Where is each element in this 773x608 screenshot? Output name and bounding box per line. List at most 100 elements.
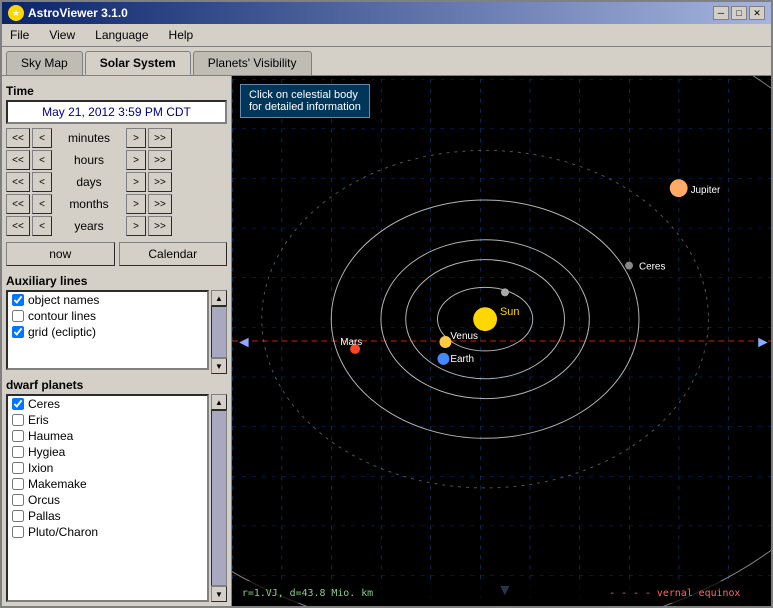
months-inc-inc[interactable]: >>: [148, 194, 172, 214]
tab-planets-visibility[interactable]: Planets' Visibility: [193, 51, 312, 75]
right-nav-arrow[interactable]: ►: [755, 334, 771, 351]
years-dec-dec[interactable]: <<: [6, 216, 30, 236]
tooltip-box: Click on celestial bodyfor detailed info…: [240, 84, 370, 118]
aux-scroll-down[interactable]: ▼: [211, 358, 227, 374]
dwarf-hygiea[interactable]: Hygiea: [8, 444, 207, 460]
jupiter-body[interactable]: [670, 179, 688, 197]
sun-label: Sun: [500, 306, 519, 318]
title-buttons: ─ □ ✕: [713, 6, 765, 20]
aux-scroll-up[interactable]: ▲: [211, 290, 227, 306]
aux-grid-ecliptic[interactable]: grid (ecliptic): [8, 324, 207, 340]
now-button[interactable]: now: [6, 242, 115, 266]
dwarf-pluto-check[interactable]: [12, 526, 24, 538]
aux-scrollbar[interactable]: [211, 306, 227, 358]
aux-object-names-check[interactable]: [12, 294, 24, 306]
days-inc[interactable]: >: [126, 172, 146, 192]
dwarf-planets-label: dwarf planets: [6, 378, 227, 392]
dwarf-orcus-label: Orcus: [28, 493, 60, 507]
years-inc-inc[interactable]: >>: [148, 216, 172, 236]
dwarf-ceres-check[interactable]: [12, 398, 24, 410]
menu-file[interactable]: File: [6, 26, 33, 44]
years-dec[interactable]: <: [32, 216, 52, 236]
dwarf-ceres-label: Ceres: [28, 397, 60, 411]
mercury-body[interactable]: [501, 288, 509, 296]
days-dec-dec[interactable]: <<: [6, 172, 30, 192]
dwarf-pallas[interactable]: Pallas: [8, 508, 207, 524]
menu-language[interactable]: Language: [91, 26, 152, 44]
earth-body[interactable]: [437, 353, 449, 365]
dwarf-makemake[interactable]: Makemake: [8, 476, 207, 492]
minutes-dec-dec[interactable]: <<: [6, 128, 30, 148]
time-section-label: Time: [6, 84, 227, 98]
close-button[interactable]: ✕: [749, 6, 765, 20]
menu-view[interactable]: View: [45, 26, 79, 44]
hours-control: << < hours > >>: [6, 150, 227, 170]
dwarf-planets-list: Ceres Eris Haumea Hygiea: [6, 394, 209, 602]
sun-body[interactable]: [473, 307, 497, 331]
aux-grid-check[interactable]: [12, 326, 24, 338]
dwarf-ixion[interactable]: Ixion: [8, 460, 207, 476]
tooltip-text: Click on celestial bodyfor detailed info…: [249, 89, 361, 113]
years-inc[interactable]: >: [126, 216, 146, 236]
months-dec[interactable]: <: [32, 194, 52, 214]
minutes-label: minutes: [54, 131, 124, 145]
dwarf-scroll-down[interactable]: ▼: [211, 586, 227, 602]
aux-contour-lines[interactable]: contour lines: [8, 308, 207, 324]
dwarf-hygiea-label: Hygiea: [28, 445, 65, 459]
aux-grid-label: grid (ecliptic): [28, 325, 96, 339]
vernal-equinox-label: - - - - vernal equinox: [609, 588, 740, 599]
menu-help[interactable]: Help: [165, 26, 198, 44]
dwarf-eris-check[interactable]: [12, 414, 24, 426]
dwarf-ceres[interactable]: Ceres: [8, 396, 207, 412]
minutes-inc[interactable]: >: [126, 128, 146, 148]
days-inc-inc[interactable]: >>: [148, 172, 172, 192]
months-dec-dec[interactable]: <<: [6, 194, 30, 214]
minutes-inc-inc[interactable]: >>: [148, 128, 172, 148]
dwarf-ixion-check[interactable]: [12, 462, 24, 474]
months-label: months: [54, 197, 124, 211]
window-title: AstroViewer 3.1.0: [28, 6, 128, 20]
dwarf-scroll-up[interactable]: ▲: [211, 394, 227, 410]
hours-inc-inc[interactable]: >>: [148, 150, 172, 170]
jupiter-label: Jupiter: [691, 185, 721, 196]
main-window: ★ AstroViewer 3.1.0 ─ □ ✕ File View Lang…: [0, 0, 773, 608]
months-control: << < months > >>: [6, 194, 227, 214]
minimize-button[interactable]: ─: [713, 6, 729, 20]
calendar-button[interactable]: Calendar: [119, 242, 228, 266]
dwarf-orcus-check[interactable]: [12, 494, 24, 506]
aux-lines-list: object names contour lines grid (eclipti…: [6, 290, 209, 370]
dwarf-scrollbar[interactable]: [211, 410, 227, 586]
hours-dec[interactable]: <: [32, 150, 52, 170]
minutes-dec[interactable]: <: [32, 128, 52, 148]
years-control: << < years > >>: [6, 216, 227, 236]
solar-system-view[interactable]: Click on celestial bodyfor detailed info…: [232, 76, 771, 606]
left-nav-arrow[interactable]: ◄: [236, 334, 252, 351]
earth-label: Earth: [450, 354, 474, 365]
dwarf-haumea[interactable]: Haumea: [8, 428, 207, 444]
days-control: << < days > >>: [6, 172, 227, 192]
dwarf-haumea-check[interactable]: [12, 430, 24, 442]
months-inc[interactable]: >: [126, 194, 146, 214]
days-label: days: [54, 175, 124, 189]
dwarf-orcus[interactable]: Orcus: [8, 492, 207, 508]
app-icon: ★: [8, 5, 24, 21]
dwarf-hygiea-check[interactable]: [12, 446, 24, 458]
time-display: May 21, 2012 3:59 PM CDT: [6, 100, 227, 124]
tab-solar-system[interactable]: Solar System: [85, 51, 191, 75]
maximize-button[interactable]: □: [731, 6, 747, 20]
dwarf-eris[interactable]: Eris: [8, 412, 207, 428]
hours-dec-dec[interactable]: <<: [6, 150, 30, 170]
aux-object-names[interactable]: object names: [8, 292, 207, 308]
days-dec[interactable]: <: [32, 172, 52, 192]
dwarf-makemake-check[interactable]: [12, 478, 24, 490]
dwarf-pallas-label: Pallas: [28, 509, 61, 523]
dwarf-makemake-label: Makemake: [28, 477, 87, 491]
aux-contour-check[interactable]: [12, 310, 24, 322]
aux-contour-label: contour lines: [28, 309, 96, 323]
tab-sky-map[interactable]: Sky Map: [6, 51, 83, 75]
ceres-body[interactable]: [625, 262, 633, 270]
dwarf-pallas-check[interactable]: [12, 510, 24, 522]
dwarf-pluto[interactable]: Pluto/Charon: [8, 524, 207, 540]
hours-inc[interactable]: >: [126, 150, 146, 170]
solar-canvas[interactable]: Sun Venus Earth Mars Jupiter: [232, 76, 771, 606]
